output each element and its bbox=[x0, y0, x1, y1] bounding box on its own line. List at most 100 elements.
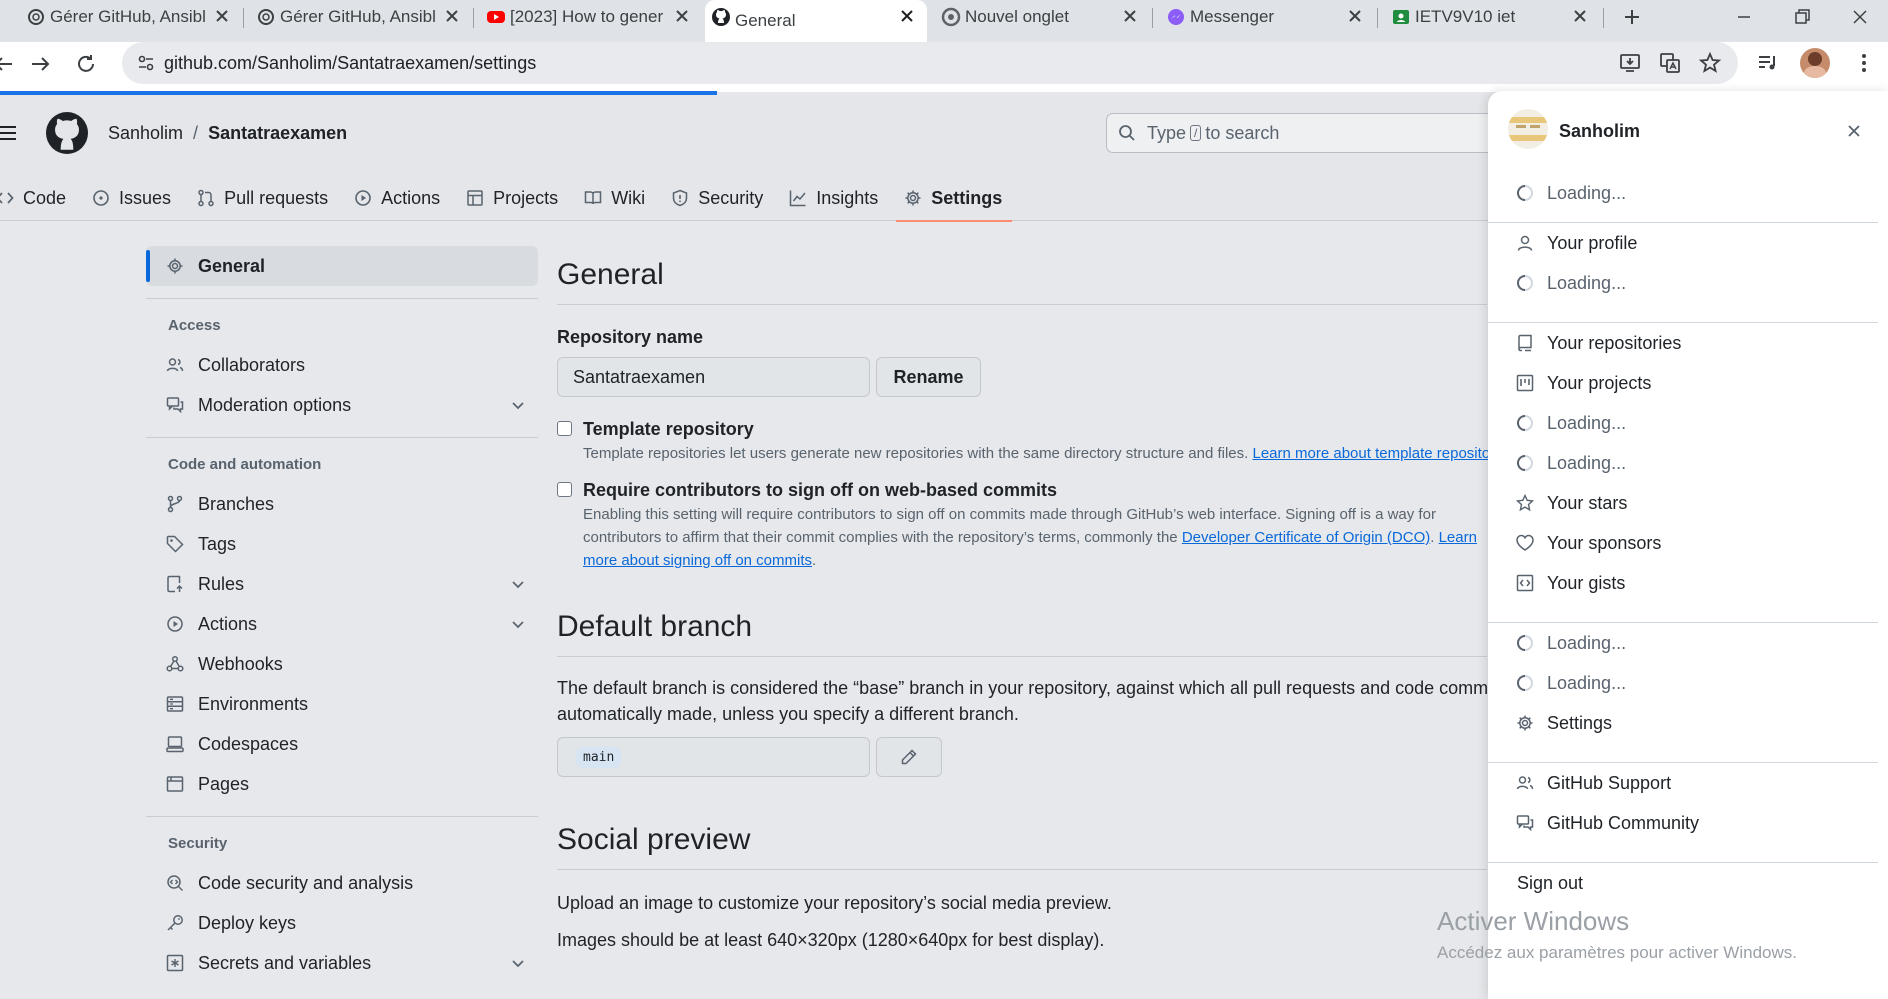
close-tab-icon[interactable] bbox=[212, 6, 232, 26]
menu-item-your-gists[interactable]: Your gists bbox=[1488, 563, 1888, 603]
sidebar-item-tags[interactable]: Tags bbox=[146, 524, 538, 564]
signoff-commits-checkbox[interactable] bbox=[557, 482, 572, 497]
signoff-learn-more-link[interactable]: more about signing off on commits bbox=[583, 552, 812, 569]
site-info-icon[interactable] bbox=[136, 53, 156, 73]
menu-item-sign-out[interactable]: Sign out bbox=[1488, 863, 1888, 903]
profile-avatar[interactable] bbox=[1800, 48, 1830, 78]
browser-icon bbox=[166, 776, 184, 792]
bookmark-star-icon[interactable] bbox=[1698, 51, 1722, 75]
repo-name-input[interactable]: Santatraexamen bbox=[557, 357, 870, 397]
divider bbox=[146, 298, 538, 299]
sidebar-item-codespaces[interactable]: Codespaces bbox=[146, 724, 538, 764]
browser-tab[interactable]: Gérer GitHub, Ansibl bbox=[20, 0, 242, 34]
sidebar-item-webhooks[interactable]: Webhooks bbox=[146, 644, 538, 684]
repo-owner-link[interactable]: Sanholim bbox=[108, 123, 183, 144]
menu-item-your-sponsors[interactable]: Your sponsors bbox=[1488, 523, 1888, 563]
tab-code[interactable]: Code bbox=[0, 175, 80, 221]
template-repository-checkbox[interactable] bbox=[557, 421, 572, 436]
tab-projects[interactable]: Projects bbox=[454, 175, 572, 221]
sidebar-item-secrets-variables[interactable]: Secrets and variables bbox=[146, 943, 538, 983]
dco-link[interactable]: Developer Certificate of Origin (DCO) bbox=[1182, 529, 1430, 546]
browser-tab[interactable]: IETV9V10 iet bbox=[1385, 0, 1600, 34]
menu-item-github-support[interactable]: GitHub Support bbox=[1488, 763, 1888, 803]
browser-tab[interactable]: [2023] How to gener bbox=[480, 0, 702, 34]
github-logo-icon[interactable] bbox=[46, 112, 88, 154]
translate-icon[interactable] bbox=[1658, 51, 1682, 75]
people-icon bbox=[166, 358, 184, 372]
star-icon bbox=[1516, 494, 1534, 512]
sidebar-item-collaborators[interactable]: Collaborators bbox=[146, 345, 538, 385]
menu-dots-icon[interactable] bbox=[1852, 51, 1876, 75]
browser-tab[interactable]: Gérer GitHub, Ansibl bbox=[250, 0, 472, 34]
tab-issues[interactable]: Issues bbox=[80, 175, 185, 221]
reload-icon[interactable] bbox=[74, 52, 98, 76]
edit-default-branch-button[interactable] bbox=[876, 737, 942, 777]
menu-item-your-repositories[interactable]: Your repositories bbox=[1488, 323, 1888, 363]
watermark-subtitle: Accédez aux paramètres pour activer Wind… bbox=[1437, 943, 1797, 962]
sidebar-item-moderation-options[interactable]: Moderation options bbox=[146, 385, 538, 425]
tab-title: IETV9V10 iet bbox=[1415, 7, 1516, 26]
rename-button[interactable]: Rename bbox=[876, 357, 981, 397]
signoff-learn-link[interactable]: Learn bbox=[1439, 529, 1477, 546]
menu-item-github-community[interactable]: GitHub Community bbox=[1488, 803, 1888, 843]
sidebar-item-general[interactable]: General bbox=[146, 246, 538, 286]
browser-tab-active[interactable]: General bbox=[705, 0, 927, 42]
tab-actions[interactable]: Actions bbox=[342, 175, 454, 221]
tab-label: Code bbox=[23, 187, 67, 208]
menu-item-label: Your stars bbox=[1547, 492, 1628, 513]
chevron-down-icon[interactable] bbox=[510, 576, 526, 592]
chevron-down-icon[interactable] bbox=[510, 397, 526, 413]
tab-wiki[interactable]: Wiki bbox=[572, 175, 659, 221]
install-app-icon[interactable] bbox=[1618, 51, 1642, 75]
close-tab-icon[interactable] bbox=[897, 6, 917, 26]
restore-button[interactable] bbox=[1782, 0, 1822, 34]
media-control-icon[interactable] bbox=[1756, 51, 1780, 75]
close-window-button[interactable] bbox=[1840, 0, 1880, 34]
spinner-icon bbox=[1517, 275, 1533, 291]
close-tab-icon[interactable] bbox=[672, 6, 692, 26]
tab-label: Settings bbox=[931, 187, 1003, 208]
sidebar-item-code-security[interactable]: Code security and analysis bbox=[146, 863, 538, 903]
back-icon[interactable] bbox=[0, 52, 16, 76]
sidebar-item-label: Rules bbox=[198, 573, 245, 594]
menu-item-settings[interactable]: Settings bbox=[1488, 703, 1888, 743]
codespaces-icon bbox=[166, 736, 184, 753]
close-icon[interactable] bbox=[1846, 123, 1862, 139]
new-tab-button[interactable] bbox=[1612, 0, 1652, 34]
loading-item: Loading... bbox=[1488, 263, 1888, 303]
close-tab-icon[interactable] bbox=[1345, 6, 1365, 26]
menu-item-label: GitHub Community bbox=[1547, 812, 1700, 833]
divider bbox=[557, 869, 1487, 870]
minimize-button[interactable] bbox=[1724, 0, 1764, 34]
sidebar-item-branches[interactable]: Branches bbox=[146, 484, 538, 524]
tab-pull-requests[interactable]: Pull requests bbox=[185, 175, 342, 221]
sidebar-item-pages[interactable]: Pages bbox=[146, 764, 538, 804]
close-tab-icon[interactable] bbox=[1570, 6, 1590, 26]
chevron-down-icon[interactable] bbox=[510, 955, 526, 971]
menu-item-your-profile[interactable]: Your profile bbox=[1488, 223, 1888, 263]
hamburger-menu-icon[interactable] bbox=[0, 121, 20, 145]
menu-item-your-stars[interactable]: Your stars bbox=[1488, 483, 1888, 523]
sidebar-item-label: Codespaces bbox=[198, 733, 299, 754]
divider bbox=[557, 656, 1487, 657]
menu-item-your-projects[interactable]: Your projects bbox=[1488, 363, 1888, 403]
close-tab-icon[interactable] bbox=[1120, 6, 1140, 26]
search-placeholder-prefix: Type bbox=[1147, 122, 1187, 143]
browser-tab[interactable]: Messenger bbox=[1160, 0, 1375, 34]
server-icon bbox=[166, 696, 184, 712]
tab-settings[interactable]: Settings bbox=[892, 175, 1016, 222]
sidebar-item-rules[interactable]: Rules bbox=[146, 564, 538, 604]
sidebar-item-deploy-keys[interactable]: Deploy keys bbox=[146, 903, 538, 943]
address-bar[interactable]: github.com/Sanholim/Santatraexamen/setti… bbox=[122, 42, 1738, 84]
repo-name-link[interactable]: Santatraexamen bbox=[208, 123, 347, 144]
sidebar-item-actions[interactable]: Actions bbox=[146, 604, 538, 644]
template-learn-more-link[interactable]: Learn more about template reposito bbox=[1252, 445, 1490, 462]
forward-icon[interactable] bbox=[28, 52, 52, 76]
tab-security[interactable]: Security bbox=[659, 175, 777, 221]
search-input[interactable]: Type / to search bbox=[1106, 113, 1506, 153]
tab-insights[interactable]: Insights bbox=[777, 175, 892, 221]
browser-tab[interactable]: Nouvel onglet bbox=[935, 0, 1150, 34]
chevron-down-icon[interactable] bbox=[510, 616, 526, 632]
sidebar-item-environments[interactable]: Environments bbox=[146, 684, 538, 724]
close-tab-icon[interactable] bbox=[442, 6, 462, 26]
